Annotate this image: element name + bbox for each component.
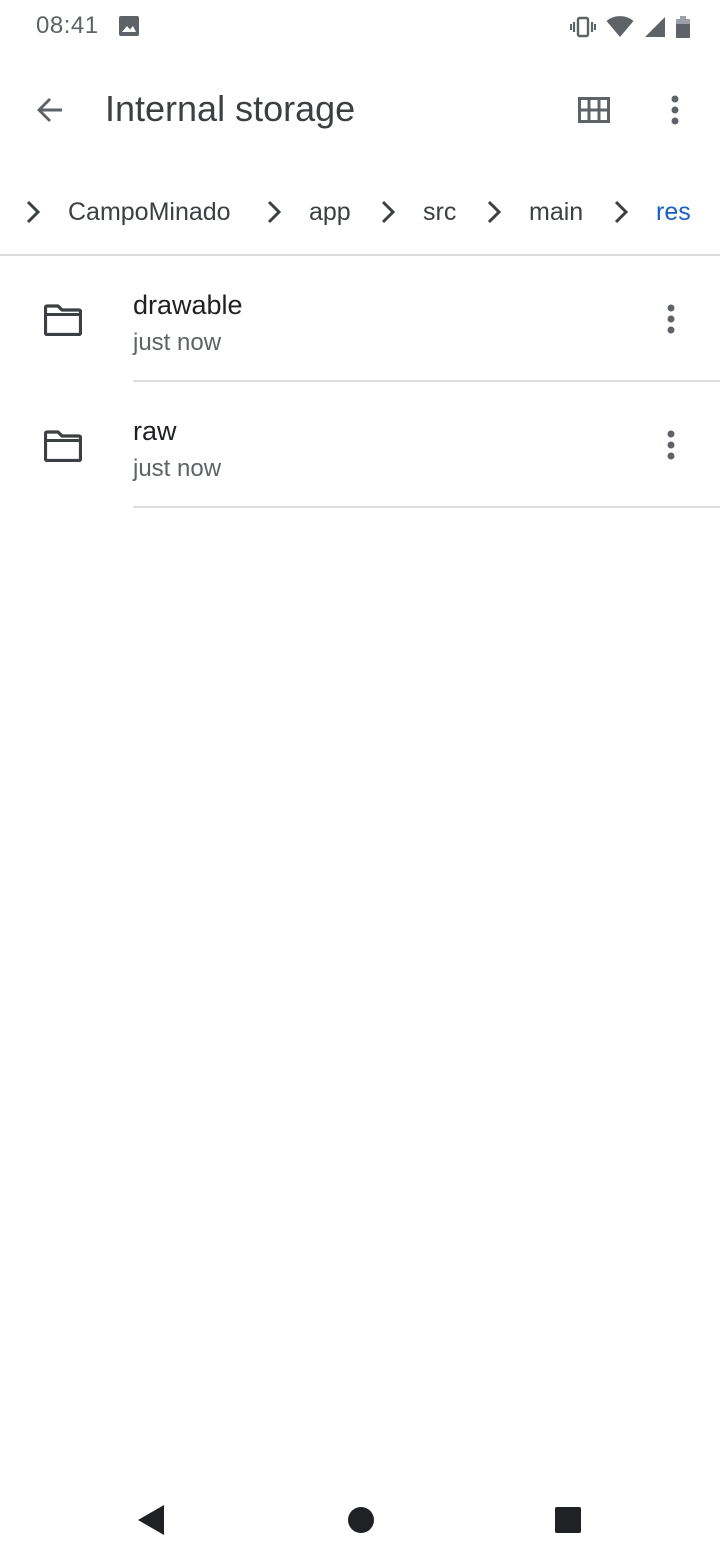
nav-back-icon: [138, 1505, 164, 1535]
wifi-icon: [606, 16, 634, 37]
image-notification-icon: [119, 16, 139, 36]
breadcrumb-item-campominado[interactable]: CampoMinado: [68, 198, 231, 227]
file-name: drawable: [133, 290, 243, 320]
nav-home-icon: [348, 1507, 374, 1533]
status-bar: 08:41: [0, 0, 720, 54]
list-divider: [133, 506, 720, 508]
file-modified: just now: [133, 329, 222, 356]
nav-back-button[interactable]: [131, 1500, 171, 1540]
more-vert-icon: [671, 95, 679, 125]
item-more-button[interactable]: [648, 296, 694, 342]
breadcrumb-item-src[interactable]: src: [423, 198, 456, 227]
more-vert-icon: [667, 304, 675, 334]
navigation-bar: [0, 1480, 720, 1560]
chevron-right-icon: [376, 198, 400, 226]
more-vert-icon: [667, 430, 675, 460]
status-icons: [570, 14, 690, 40]
folder-icon: [44, 304, 82, 336]
signal-icon: [645, 17, 665, 37]
list-item[interactable]: drawable just now: [0, 256, 720, 382]
breadcrumb-item-app[interactable]: app: [309, 198, 351, 227]
status-time: 08:41: [36, 12, 99, 39]
chevron-right-icon: [482, 198, 506, 226]
nav-recents-button[interactable]: [548, 1500, 588, 1540]
nav-recents-icon: [555, 1507, 581, 1533]
breadcrumb: CampoMinado app src main res: [0, 180, 720, 244]
chevron-right-icon: [21, 198, 45, 226]
file-modified: just now: [133, 455, 222, 482]
page-title: Internal storage: [105, 88, 356, 129]
nav-home-button[interactable]: [341, 1500, 381, 1540]
breadcrumb-item-res[interactable]: res: [656, 198, 691, 227]
more-options-button[interactable]: [647, 82, 703, 138]
folder-icon: [44, 430, 82, 462]
item-more-button[interactable]: [648, 422, 694, 468]
back-button[interactable]: [22, 82, 78, 138]
list-item[interactable]: raw just now: [0, 382, 720, 508]
grid-view-icon: [578, 97, 610, 123]
grid-view-button[interactable]: [566, 82, 622, 138]
chevron-right-icon: [609, 198, 633, 226]
arrow-back-icon: [37, 98, 62, 122]
battery-icon: [676, 16, 690, 38]
app-bar: Internal storage: [0, 60, 720, 160]
chevron-right-icon: [262, 198, 286, 226]
breadcrumb-item-main[interactable]: main: [529, 198, 583, 227]
vibrate-icon: [570, 16, 596, 38]
file-name: raw: [133, 416, 177, 446]
